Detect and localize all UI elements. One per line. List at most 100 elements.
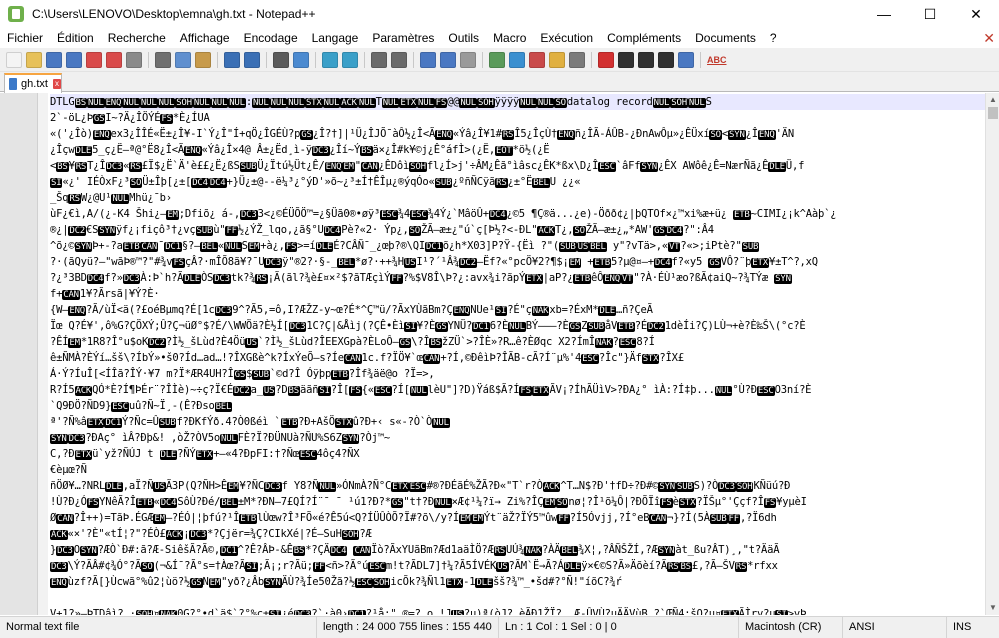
- menu-documents[interactable]: Documents: [688, 28, 763, 48]
- editor-line[interactable]: 13f+CAN1¥?Ãrsã|¥Ý?È·: [50, 286, 985, 302]
- editor-line[interactable]: 24€èµœ?Ñ: [50, 462, 985, 478]
- editor-line[interactable]: 10^õ¿©SYNÞ+-?aETBCAN¯DC1§?—BEL«NULSEM+à¿…: [50, 238, 985, 254]
- line-text: !Ù?Ð¿ÓFSYNêÃ?ÎETB«DC4SôÙ?Ðé/BEL±M*?ÐN—7£…: [50, 496, 807, 508]
- save-all-icon[interactable]: [66, 51, 82, 68]
- menu-edition[interactable]: Édition: [50, 28, 101, 48]
- word-wrap-icon[interactable]: [420, 51, 436, 68]
- close-button[interactable]: ✕: [953, 0, 999, 28]
- save-icon[interactable]: [46, 51, 62, 68]
- save-macro-icon[interactable]: [678, 51, 694, 68]
- editor-line[interactable]: 22`-öL¿ÞGSI~?Ä¿ÎÖÝÉFS*È¿ÍUA: [50, 110, 985, 126]
- record-macro-icon[interactable]: [598, 51, 614, 68]
- editor-line[interactable]: 26!Ù?Ð¿ÓFSYNêÃ?ÎETB«DC4SôÙ?Ðé/BEL±M*?ÐN—…: [50, 494, 985, 510]
- menu-execution[interactable]: Exécution: [533, 28, 600, 48]
- editor-line[interactable]: 20`Q9ÐÖ?ÑD9}ESCuû?Ñ~Ï¸-(Ê?ÐsoBEL: [50, 398, 985, 414]
- editor-line[interactable]: 4¿ÎçwDLE5_ç¿Ë—ª@°Ë8¿Î<ÃENQ«Ýâ¿Î×4@ Â±¿Ëd…: [50, 142, 985, 158]
- editor-line[interactable]: 3«('¿Îò)ENQex3¿ÎÎÉ«Ë±¿Î¥-I`Ý¿Î"Í+qÖ¿ÎGÉÙ…: [50, 126, 985, 142]
- line-text: ª'?Ñ%âETX DC1Ý?Ñc=ÛSUBf?ÐKfÝð.4?Ò0ßéì `ET…: [50, 416, 450, 428]
- close-all-icon[interactable]: [106, 51, 122, 68]
- editor-line[interactable]: 8ùF¿€ì,A/(¿-K4 Šhi¿—EM;Dfiõ¿ á-,DC33<¿©É…: [50, 206, 985, 222]
- monitoring-icon[interactable]: [569, 51, 585, 68]
- status-bar: Normal text file length : 24 000 755 lin…: [0, 616, 999, 638]
- editor-line[interactable]: 1DTLGBSNULENQNULNULNULSOHNULNULNUL:NULNU…: [50, 94, 985, 110]
- menu-fichier[interactable]: Fichier: [0, 28, 50, 48]
- minimize-button[interactable]: —: [861, 0, 907, 28]
- find-icon[interactable]: [273, 51, 289, 68]
- menu-encodage[interactable]: Encodage: [237, 28, 305, 48]
- editor-line[interactable]: 15Ïœ Q?É¥',ô%G?ÇÖXÝ;Û?Ç¬üØ°$?É/\WWÖä?È½Í…: [50, 318, 985, 334]
- editor-line[interactable]: 27ØCAN?Î++)=TãÞ.ÉGÆEM—?ÉÓ|¦þfú?¹ÎETBlÙœw…: [50, 510, 985, 526]
- status-length: length : 24 000 755 lines : 155 440: [316, 617, 498, 638]
- undo-icon[interactable]: [224, 51, 240, 68]
- status-eol: Macintosh (CR): [738, 617, 842, 638]
- sync-vertical-icon[interactable]: [371, 51, 387, 68]
- menu-langage[interactable]: Langage: [305, 28, 366, 48]
- text-area[interactable]: 1DTLGBSNULENQNULNULNULSOHNULNULNUL:NULNU…: [50, 94, 985, 615]
- cut-icon[interactable]: [155, 51, 171, 68]
- scroll-down-icon[interactable]: ▼: [986, 601, 999, 615]
- doc-map-icon[interactable]: [509, 51, 525, 68]
- editor-line[interactable]: 21ª'?Ñ%âETXDC1Ý?Ñc=ÛSUBf?ÐKfÝð.4?Ò0ßéì `…: [50, 414, 985, 430]
- editor-line[interactable]: 14{W—ENQ?Ã/ùÏ<ä(?£oéBµmq?É[1cDC39^?Ã5,=ô…: [50, 302, 985, 318]
- minimize-icon: —: [877, 6, 891, 22]
- editor-line[interactable]: 17ê±ÑMÀ?ÈÝí…šš\?ÍbÝ»•š0?Íd…ad…!?ÎXGßè^k?…: [50, 350, 985, 366]
- show-all-chars-icon[interactable]: [440, 51, 456, 68]
- editor-line[interactable]: 31ENQùzf?Ã[}Ùcwã°%û2¦ùö?½GSNEM"yð?¿ÂbSYN…: [50, 574, 985, 590]
- maximize-icon: ☐: [923, 5, 937, 22]
- editor-line[interactable]: 22SYNDC3?ÐAç° ìÂ?Ðþ&! ,òŽ?ÒV5oNULFÈ?Ï?ÐÜ…: [50, 430, 985, 446]
- editor-line[interactable]: 16?ÊÍEM*1R8?Î°u$oKDC2?Ì½_šLùd?È4ÖüUS`?Ì½…: [50, 334, 985, 350]
- maximize-button[interactable]: ☐: [907, 0, 953, 28]
- editor[interactable]: 1DTLGBSNULENQNULNULNULSOHNULNULNUL:NULNU…: [0, 93, 999, 615]
- menu-outils[interactable]: Outils: [441, 28, 486, 48]
- user-language-icon[interactable]: [489, 51, 505, 68]
- editor-line[interactable]: 33V+1?»—ÞTDâì? ·SOH¤NAK0G?°•d`ä$`?°%ç±SI…: [50, 606, 985, 615]
- menu-recherche[interactable]: Recherche: [101, 28, 173, 48]
- zoom-out-icon[interactable]: [342, 51, 358, 68]
- line-text: <BS¥RST¿ÎDC3«RS£Ï$¿Ë`Ä'è££¿Ë¿ßSSUBÜ¿Ïtú½…: [50, 160, 805, 172]
- scroll-up-icon[interactable]: ▲: [986, 93, 999, 107]
- menu-macro[interactable]: Macro: [486, 28, 533, 48]
- fold-margin: [38, 93, 48, 615]
- menu-parametres[interactable]: Paramètres: [365, 28, 441, 48]
- tab-close-icon[interactable]: x: [52, 79, 61, 89]
- scrollbar-thumb[interactable]: [988, 107, 998, 119]
- tab-gh-txt[interactable]: gh.txt x: [4, 73, 62, 93]
- editor-line[interactable]: 29}DC3OSYN?ÆÒ`Ð#:ã?Æ-SiêšÃ?Ã©,DC1^?Ê?ÂÞ-…: [50, 542, 985, 558]
- copy-icon[interactable]: [175, 51, 191, 68]
- sync-horizontal-icon[interactable]: [391, 51, 407, 68]
- editor-line[interactable]: 28ACK«×'?È"«tÍ¦?"?ÉÒ£ACK¡DC3*?Çjër=¾Ç?CI…: [50, 526, 985, 542]
- editor-line[interactable]: 11?·(ãQyü?—"wãÞ®™?"#¾vFSçÂ?·mÎÕ8ã¥?¯UDC3…: [50, 254, 985, 270]
- editor-line[interactable]: 30DC3\Ý?ÃÂ#¢¾Ó°?ÃSO(¬&Í¯?Ã°s=†Àœ?ÃSI;Ã¡;…: [50, 558, 985, 574]
- spell-check-icon[interactable]: ABC: [707, 52, 727, 68]
- line-text: Ïœ Q?É¥',ô%G?ÇÖXÝ;Û?Ç¬üØ°$?É/\WWÖä?È½Í[D…: [50, 320, 806, 332]
- folder-workspace-icon[interactable]: [549, 51, 565, 68]
- stop-record-icon[interactable]: [618, 51, 634, 68]
- editor-line[interactable]: 12?¿³3BDDC4f?»DC3À:Þ`h?ÃDLEÒSDC3tk?¾RS¡Ã…: [50, 270, 985, 286]
- editor-line[interactable]: 7_ŠqRSW¿@U¹NULMhü¿¯b›: [50, 190, 985, 206]
- function-list-icon[interactable]: [529, 51, 545, 68]
- print-icon[interactable]: [126, 51, 142, 68]
- menu-help[interactable]: ?: [763, 28, 784, 48]
- zoom-in-icon[interactable]: [322, 51, 338, 68]
- editor-line[interactable]: 32: [50, 590, 985, 606]
- close-document-icon[interactable]: ✕: [983, 28, 995, 48]
- close-file-icon[interactable]: [86, 51, 102, 68]
- editor-line[interactable]: 19R?Í5ACKQÓ*È?Í¶ÞÉr¨?ÎÌè)~÷ç?Ï€ÉDC2a_US?…: [50, 382, 985, 398]
- play-macro-icon[interactable]: [638, 51, 654, 68]
- redo-icon[interactable]: [244, 51, 260, 68]
- replace-icon[interactable]: [293, 51, 309, 68]
- run-macro-multiple-icon[interactable]: [658, 51, 674, 68]
- editor-line[interactable]: 18Á·Ý?ÍuÎ[<ÍÎã?ÎÝ·¥7 m?Ï*ÆR4UH?ÎGS$SUB`©…: [50, 366, 985, 382]
- indent-guide-icon[interactable]: [460, 51, 476, 68]
- editor-line[interactable]: 23C,?ÐETXü`yž?ÑÚJ t DLE?ÑÝETX+—«4?ÐpFI:†…: [50, 446, 985, 462]
- editor-line[interactable]: 9®¿|DC2€SSYNÿf¿¡fiçô³†¿vçSUBù"FF½¿ÝŽ_lqo…: [50, 222, 985, 238]
- open-file-icon[interactable]: [26, 51, 42, 68]
- editor-line[interactable]: 6SI«¿' IÉÒxF¿³SOÜ±Îþ[¿±[DC4DC4+}Ü¿±@--ë¼…: [50, 174, 985, 190]
- new-file-icon[interactable]: [6, 51, 22, 68]
- menu-affichage[interactable]: Affichage: [173, 28, 237, 48]
- paste-icon[interactable]: [195, 51, 211, 68]
- editor-line[interactable]: 25ñÖØ¥…?NRLDLE,aÏ?ÑUSÃ3P(Q?ÑH>ÊEM¥?ÑCDC3…: [50, 478, 985, 494]
- vertical-scrollbar[interactable]: ▲ ▼: [985, 93, 999, 615]
- menu-complements[interactable]: Compléments: [600, 28, 688, 48]
- editor-line[interactable]: 5<BS¥RST¿ÎDC3«RS£Ï$¿Ë`Ä'è££¿Ë¿ßSSUBÜ¿Ïtú…: [50, 158, 985, 174]
